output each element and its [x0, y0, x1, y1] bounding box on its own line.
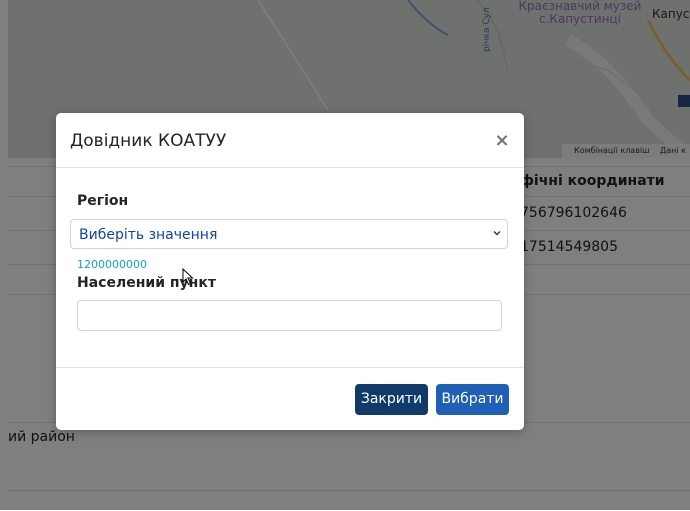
- settlement-label: Населений пункт: [77, 275, 216, 291]
- region-select-value: Виберіть значення: [79, 227, 218, 243]
- modal-footer: Закрити Вибрати: [56, 367, 524, 431]
- region-label: Регіон: [77, 193, 129, 209]
- region-code: 1200000000: [77, 258, 147, 271]
- close-icon[interactable]: ×: [493, 131, 511, 151]
- close-button[interactable]: Закрити: [355, 384, 428, 415]
- region-select[interactable]: Виберіть значення: [70, 219, 508, 249]
- select-button[interactable]: Вибрати: [436, 384, 509, 415]
- mouse-cursor-icon: [182, 268, 194, 286]
- koatuu-modal: Довідник КОАТУУ × Регіон Виберіть значен…: [56, 113, 524, 430]
- chevron-down-icon: [493, 230, 501, 236]
- settlement-input[interactable]: [77, 300, 502, 331]
- modal-header: Довідник КОАТУУ ×: [56, 113, 524, 168]
- modal-title: Довідник КОАТУУ: [70, 131, 227, 151]
